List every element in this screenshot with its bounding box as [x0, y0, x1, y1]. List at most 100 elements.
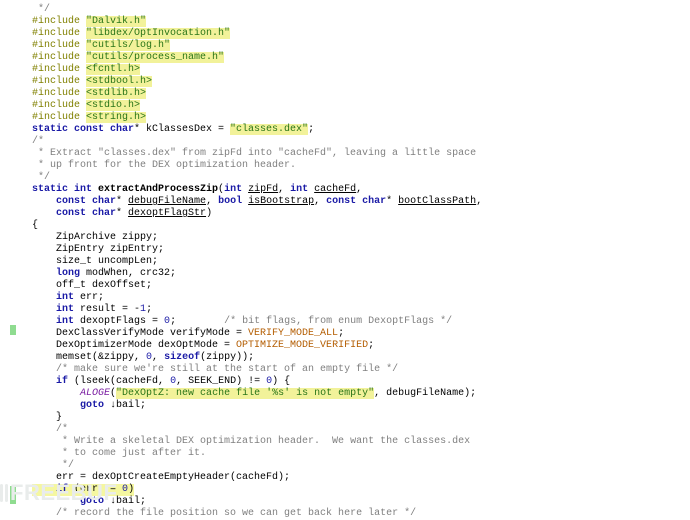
code-token: err; — [74, 292, 104, 303]
code-line[interactable]: /* make sure we're still at the start of… — [32, 364, 686, 376]
code-token: (lseek(cacheFd, — [68, 376, 170, 387]
code-token: memset(&zippy, — [32, 352, 146, 363]
code-token: size_t uncompLen; — [32, 256, 158, 267]
code-line[interactable]: DexClassVerifyMode verifyMode = VERIFY_M… — [32, 328, 686, 340]
code-token: , — [356, 184, 362, 195]
code-token: DexClassVerifyMode verifyMode = — [32, 328, 248, 339]
code-token: /* make sure we're still at the start of… — [56, 364, 398, 375]
code-token: int — [56, 304, 74, 315]
code-token: if — [56, 376, 68, 387]
code-token: */ — [32, 4, 50, 15]
code-line[interactable]: /* — [32, 424, 686, 436]
code-line[interactable]: const char* dexoptFlagStr) — [32, 208, 686, 220]
code-line[interactable]: ZipEntry zipEntry; — [32, 244, 686, 256]
code-token: ) { — [272, 376, 290, 387]
code-line[interactable]: long modWhen, crc32; — [32, 268, 686, 280]
code-token: bootClassPath — [398, 196, 476, 207]
code-line[interactable]: int dexoptFlags = 0; /* bit flags, from … — [32, 316, 686, 328]
code-line[interactable]: err = dexOptCreateEmptyHeader(cacheFd); — [32, 472, 686, 484]
code-line[interactable]: #include <stdbool.h> — [32, 76, 686, 88]
code-token — [32, 316, 56, 327]
code-token: extractAndProcessZip — [98, 184, 218, 195]
code-line[interactable]: ZipArchive zippy; — [32, 232, 686, 244]
code-line[interactable]: */ — [32, 460, 686, 472]
code-line[interactable]: #include "cutils/log.h" — [32, 40, 686, 52]
code-token: result = - — [74, 304, 140, 315]
code-token: , — [278, 184, 290, 195]
code-token: #include — [32, 100, 86, 111]
code-line[interactable]: } — [32, 412, 686, 424]
code-token — [32, 292, 56, 303]
code-line[interactable]: int err; — [32, 292, 686, 304]
code-line[interactable]: memset(&zippy, 0, sizeof(zippy)); — [32, 352, 686, 364]
code-token: debugFileName — [128, 196, 206, 207]
code-token: long — [56, 268, 80, 279]
code-line[interactable]: int result = -1; — [32, 304, 686, 316]
code-token: static const char — [32, 124, 134, 135]
code-line[interactable]: const char* debugFileName, bool isBootst… — [32, 196, 686, 208]
code-token: "Dalvik.h" — [86, 16, 146, 27]
code-token: * kClassesDex = — [134, 124, 230, 135]
code-token: DexOptimizerMode dexOptMode = — [32, 340, 236, 351]
code-token: * — [116, 196, 128, 207]
code-token: ALOGE — [80, 388, 110, 399]
code-line[interactable]: */ — [32, 4, 686, 16]
code-token: goto — [80, 400, 110, 411]
code-line[interactable]: /* record the file position so we can ge… — [32, 508, 686, 520]
code-token — [32, 496, 80, 507]
code-token: */ — [32, 172, 50, 183]
code-token: #include — [32, 112, 86, 123]
code-line[interactable]: if (err != 0) — [32, 484, 134, 496]
code-token: } — [32, 412, 62, 423]
code-line[interactable]: size_t uncompLen; — [32, 256, 686, 268]
code-line[interactable]: #include <stdio.h> — [32, 100, 686, 112]
code-token: ) — [128, 484, 134, 495]
code-line[interactable]: goto ↓bail; — [32, 400, 686, 412]
code-view[interactable]: */#include "Dalvik.h"#include "libdex/Op… — [32, 4, 686, 520]
code-token: <stdbool.h> — [86, 76, 152, 87]
code-line[interactable]: #include "Dalvik.h" — [32, 16, 686, 28]
code-token: "cutils/log.h" — [86, 40, 170, 51]
code-line[interactable]: if (lseek(cacheFd, 0, SEEK_END) != 0) { — [32, 376, 686, 388]
change-marker — [10, 325, 16, 335]
code-line[interactable]: DexOptimizerMode dexOptMode = OPTIMIZE_M… — [32, 340, 686, 352]
code-line[interactable]: * up front for the DEX optimization head… — [32, 160, 686, 172]
code-token: isBootstrap — [248, 196, 314, 207]
code-line[interactable]: #include "libdex/OptInvocation.h" — [32, 28, 686, 40]
code-line[interactable]: * to come just after it. — [32, 448, 686, 460]
code-token: if — [56, 484, 68, 495]
code-line[interactable]: * Extract "classes.dex" from zipFd into … — [32, 148, 686, 160]
code-line[interactable]: ALOGE("DexOptZ: new cache file '%s' is n… — [32, 388, 686, 400]
code-token: <string.h> — [86, 112, 146, 123]
code-token — [32, 424, 56, 435]
code-token: * — [386, 196, 398, 207]
code-line[interactable]: static int extractAndProcessZip(int zipF… — [32, 184, 686, 196]
code-token: ZipArchive zippy; — [32, 232, 158, 243]
code-token — [32, 448, 56, 459]
code-token — [32, 304, 56, 315]
code-token: dexoptFlags = — [74, 316, 164, 327]
code-line[interactable]: /* — [32, 136, 686, 148]
code-line[interactable]: #include "cutils/process_name.h" — [32, 52, 686, 64]
code-token — [32, 388, 80, 399]
code-token — [32, 364, 56, 375]
code-token: , — [152, 352, 164, 363]
code-line[interactable]: { — [32, 220, 686, 232]
code-line[interactable]: #include <string.h> — [32, 112, 686, 124]
code-line[interactable]: * Write a skeletal DEX optimization head… — [32, 436, 686, 448]
code-token: goto — [80, 496, 110, 507]
code-token: { — [32, 220, 38, 231]
code-line[interactable]: */ — [32, 172, 686, 184]
code-line[interactable]: static const char* kClassesDex = "classe… — [32, 124, 686, 136]
code-token — [32, 484, 56, 495]
code-token: (err != — [68, 484, 122, 495]
code-token: , SEEK_END) != — [176, 376, 266, 387]
code-token: /* record the file position so we can ge… — [56, 508, 416, 519]
code-line[interactable]: #include <stdlib.h> — [32, 88, 686, 100]
code-line[interactable]: off_t dexOffset; — [32, 280, 686, 292]
code-line[interactable]: goto ↓bail; — [32, 496, 686, 508]
code-token: ↓bail; — [110, 496, 146, 507]
code-token: #include — [32, 76, 86, 87]
code-line[interactable]: #include <fcntl.h> — [32, 64, 686, 76]
code-token: #include — [32, 40, 86, 51]
